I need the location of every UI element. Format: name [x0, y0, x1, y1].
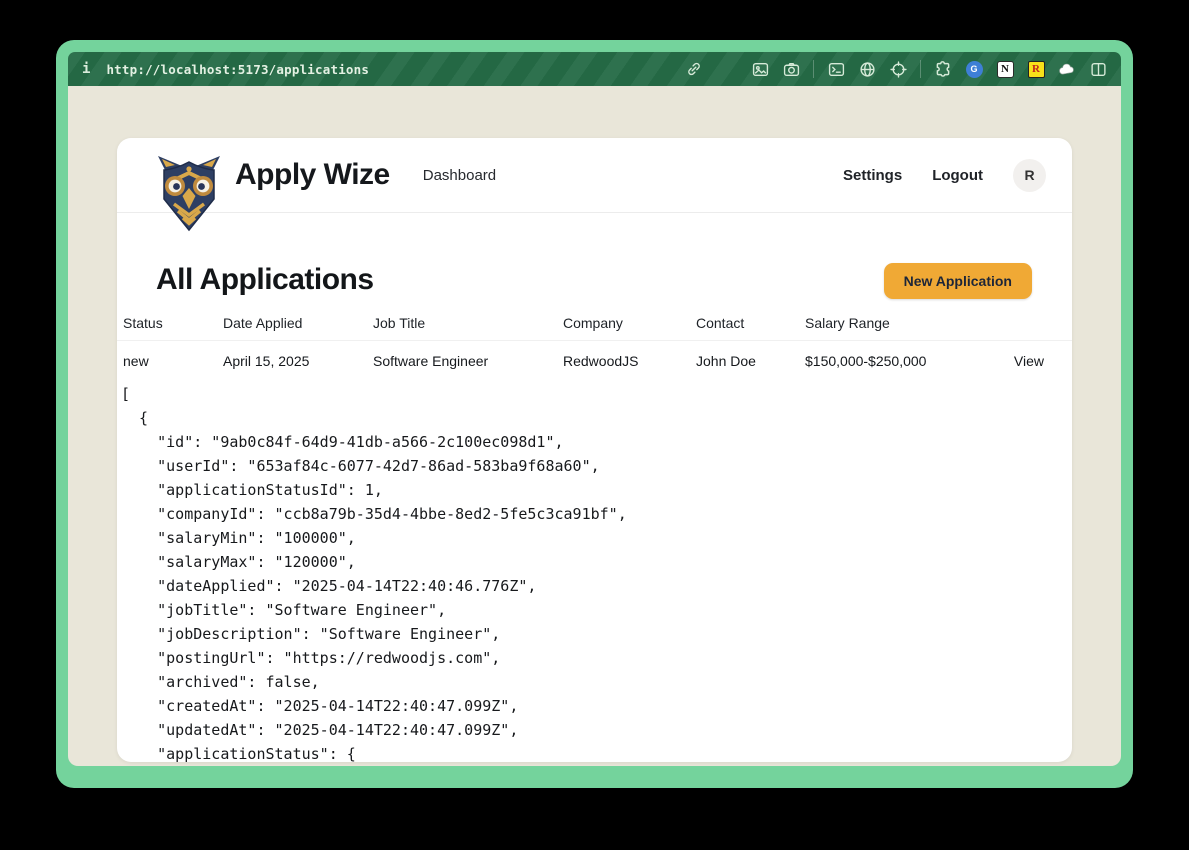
page-title: All Applications — [156, 263, 374, 297]
view-link[interactable]: View — [979, 341, 1072, 383]
globe-icon[interactable] — [858, 60, 876, 78]
col-date-applied: Date Applied — [217, 309, 367, 341]
cell-date-applied: April 15, 2025 — [217, 341, 367, 383]
cell-status: new — [117, 341, 217, 383]
main-head: All Applications New Application — [117, 213, 1072, 299]
crosshair-icon[interactable] — [889, 60, 907, 78]
cell-job-title: Software Engineer — [367, 341, 557, 383]
cell-company: RedwoodJS — [557, 341, 690, 383]
browser-window: i http://localhost:5173/applications — [56, 40, 1133, 788]
notion-icon[interactable]: N — [996, 60, 1014, 78]
screenshot-icon[interactable] — [751, 60, 769, 78]
col-job-title: Job Title — [367, 309, 557, 341]
col-salary-range: Salary Range — [799, 309, 979, 341]
extensions-puzzle-icon[interactable] — [934, 60, 952, 78]
owl-logo[interactable] — [155, 154, 223, 232]
split-view-icon[interactable] — [1089, 60, 1107, 78]
raw-json-dump: [ { "id": "9ab0c84f-64d9-41db-a566-2c100… — [117, 382, 1072, 762]
address-bar[interactable]: http://localhost:5173/applications — [106, 62, 685, 77]
app-header: Apply Wize Dashboard Settings Logout R — [117, 138, 1072, 213]
redwood-icon[interactable]: R — [1027, 60, 1045, 78]
col-company: Company — [557, 309, 690, 341]
terminal-icon[interactable] — [827, 60, 845, 78]
avatar[interactable]: R — [1013, 159, 1046, 192]
page-viewport: Apply Wize Dashboard Settings Logout R A… — [68, 86, 1121, 766]
col-contact: Contact — [690, 309, 799, 341]
col-status: Status — [117, 309, 217, 341]
link-icon[interactable] — [685, 60, 703, 78]
new-application-button[interactable]: New Application — [884, 263, 1032, 299]
cell-contact: John Doe — [690, 341, 799, 383]
brand-title[interactable]: Apply Wize — [235, 158, 390, 192]
camera-icon[interactable] — [782, 60, 800, 78]
browser-toolbar: i http://localhost:5173/applications — [68, 52, 1121, 86]
settings-link[interactable]: Settings — [843, 167, 902, 184]
cloud-icon[interactable] — [1058, 60, 1076, 78]
app-card: Apply Wize Dashboard Settings Logout R A… — [117, 138, 1072, 762]
col-actions — [979, 309, 1072, 341]
password-manager-icon[interactable]: G — [965, 60, 983, 78]
logout-link[interactable]: Logout — [932, 167, 983, 184]
table-row: new April 15, 2025 Software Engineer Red… — [117, 341, 1072, 383]
table-header-row: Status Date Applied Job Title Company Co… — [117, 309, 1072, 341]
applications-table: Status Date Applied Job Title Company Co… — [117, 309, 1072, 382]
cell-salary-range: $150,000-$250,000 — [799, 341, 979, 383]
info-icon: i — [82, 61, 90, 77]
nav-dashboard[interactable]: Dashboard — [423, 167, 496, 184]
